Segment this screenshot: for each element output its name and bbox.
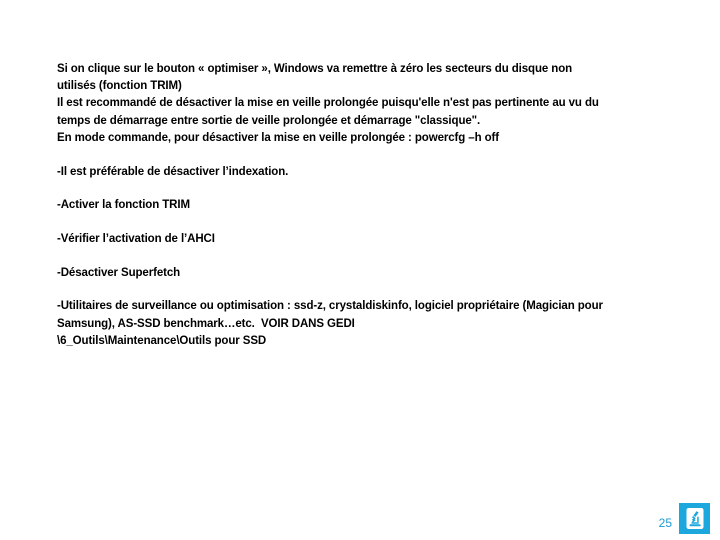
slide-canvas: Si on clique sur le bouton « optimiser »… — [0, 0, 720, 540]
bullet-superfetch: -Désactiver Superfetch — [57, 266, 181, 279]
slide-content: Si on clique sur le bouton « optimiser »… — [57, 61, 610, 350]
paragraph-intro-optimiser: Si on clique sur le bouton « optimiser »… — [57, 63, 599, 144]
paragraph-utilitaires: -Utilitaires de surveillance ou optimisa… — [57, 300, 603, 347]
bullet-ahci: -Vérifier l’activation de l’AHCI — [57, 232, 215, 245]
microscope-document-icon — [685, 507, 705, 530]
brand-logo — [679, 503, 710, 534]
content-spacer-2 — [57, 282, 610, 299]
bullet-trim: -Activer la fonction TRIM — [57, 199, 190, 212]
slide-footer: 25 — [659, 503, 710, 534]
page-number: 25 — [658, 516, 672, 530]
bullet-indexation: -Il est préférable de désactiver l’index… — [57, 165, 289, 178]
